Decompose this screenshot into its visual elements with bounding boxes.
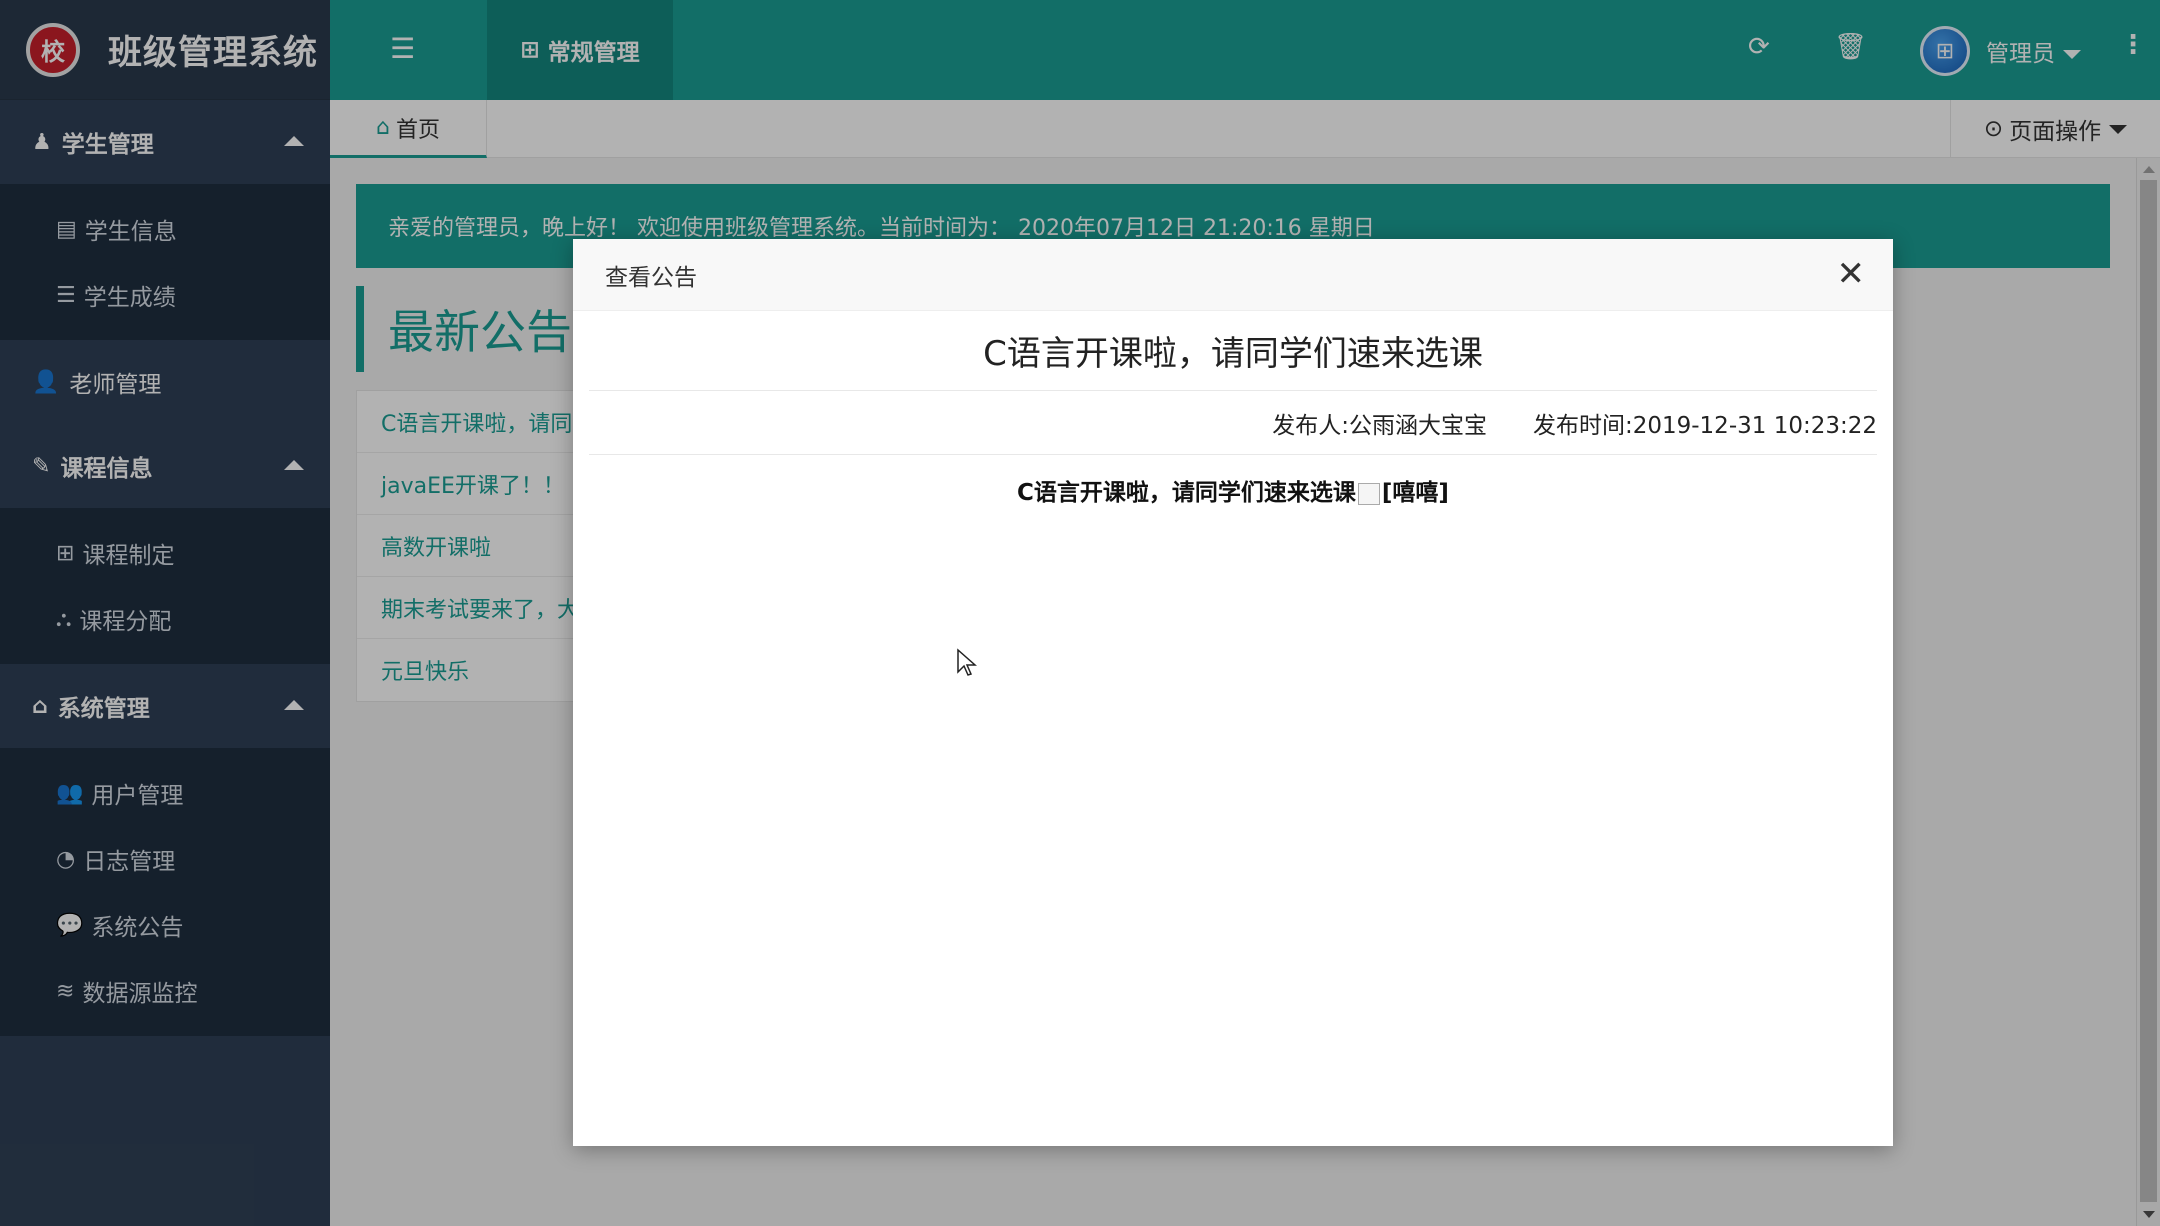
publisher: 发布人:公雨涵大宝宝 xyxy=(1272,412,1487,439)
announcement-dialog: 查看公告 ✕ C语言开课啦，请同学们速来选课 发布人:公雨涵大宝宝 发布时间:2… xyxy=(573,239,1893,1146)
dialog-header: 查看公告 ✕ xyxy=(573,239,1893,311)
publish-time: 发布时间:2019-12-31 10:23:22 xyxy=(1532,412,1877,439)
broken-image-icon xyxy=(1357,482,1380,505)
emoji-alt-text: [嘻嘻] xyxy=(1381,480,1449,506)
announcement-title: C语言开课啦，请同学们速来选课 xyxy=(589,311,1877,391)
announcement-meta: 发布人:公雨涵大宝宝 发布时间:2019-12-31 10:23:22 xyxy=(589,391,1877,455)
mouse-cursor-icon xyxy=(957,648,977,676)
content-text: C语言开课啦，请同学们速来选课 xyxy=(1017,480,1356,506)
close-icon[interactable]: ✕ xyxy=(1837,257,1866,291)
dialog-title: 查看公告 xyxy=(605,264,697,291)
dialog-body: C语言开课啦，请同学们速来选课 发布人:公雨涵大宝宝 发布时间:2019-12-… xyxy=(573,311,1893,507)
announcement-content: C语言开课啦，请同学们速来选课 [嘻嘻] xyxy=(589,455,1877,507)
